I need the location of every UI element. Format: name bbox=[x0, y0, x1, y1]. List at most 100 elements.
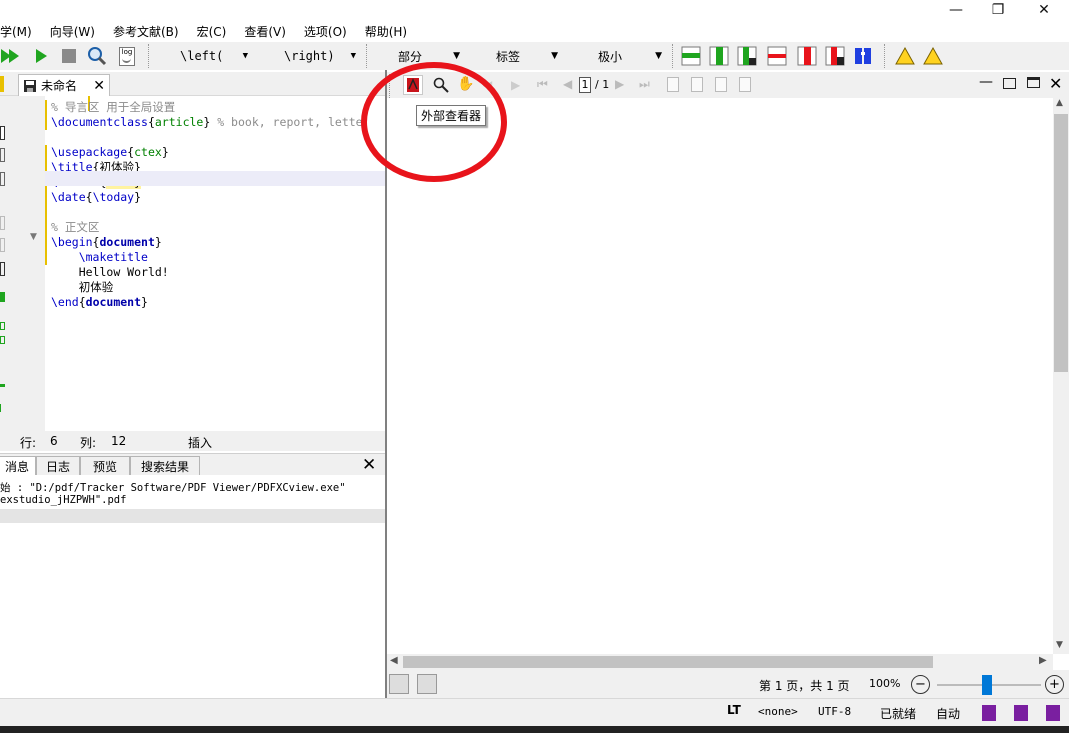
delete-row-button[interactable] bbox=[766, 45, 788, 67]
scroll-up-icon[interactable]: ▲ bbox=[1056, 98, 1063, 108]
scroll-down-icon[interactable]: ▼ bbox=[1056, 640, 1063, 650]
code-argument: document bbox=[99, 235, 155, 249]
fit-width-button[interactable] bbox=[691, 77, 703, 92]
code-line[interactable]: \date{\today} bbox=[51, 190, 141, 205]
encoding-selector[interactable]: UTF-8 bbox=[818, 705, 851, 718]
add-row-button[interactable] bbox=[680, 45, 702, 67]
fold-arrow-icon[interactable]: ▼ bbox=[30, 232, 37, 242]
auto-status[interactable]: 自动 bbox=[936, 705, 960, 722]
code-line[interactable]: % 导言区 用于全局设置 bbox=[51, 100, 175, 115]
restore-button[interactable]: ❐ bbox=[975, 0, 1021, 20]
warning-next-button[interactable] bbox=[894, 45, 916, 67]
scroll-left-icon[interactable]: ◀ bbox=[390, 655, 398, 666]
right-delimiter-combo[interactable]: \right) ▼ bbox=[258, 45, 362, 67]
side-icon[interactable] bbox=[0, 404, 5, 412]
status-icon[interactable] bbox=[1046, 705, 1060, 721]
code-editor[interactable]: % 导言区 用于全局设置 \documentclass{article} % bo… bbox=[45, 96, 386, 431]
menu-view[interactable]: 查看(V) bbox=[235, 23, 295, 40]
side-icon[interactable] bbox=[0, 216, 5, 230]
dock-panel-button[interactable] bbox=[1003, 78, 1016, 89]
fit-page-button[interactable] bbox=[667, 77, 679, 92]
tab-messages[interactable]: 消息 bbox=[0, 456, 36, 476]
code-line[interactable]: Hellow World! bbox=[51, 265, 169, 280]
menu-math[interactable]: 学(M) bbox=[0, 23, 41, 40]
lt-indicator[interactable]: LT bbox=[727, 703, 741, 717]
delete-column-button[interactable] bbox=[796, 45, 818, 67]
side-icon[interactable] bbox=[0, 262, 5, 276]
close-icon: ✕ bbox=[1038, 2, 1050, 18]
page-number-input[interactable]: 1 bbox=[579, 77, 591, 93]
code-argument: document bbox=[85, 295, 142, 309]
minimize-button[interactable]: — bbox=[933, 0, 979, 20]
side-icon[interactable] bbox=[0, 126, 5, 140]
message-selected-row[interactable] bbox=[0, 509, 386, 523]
forward-button[interactable]: ▶ bbox=[511, 78, 520, 92]
prev-page-button[interactable]: ◀ bbox=[563, 77, 572, 91]
close-panel-button[interactable]: ✕ bbox=[1049, 74, 1062, 93]
warning-prev-button[interactable] bbox=[922, 45, 944, 67]
minimize-panel-button[interactable]: — bbox=[979, 74, 993, 90]
view-log-button[interactable]: log bbox=[116, 45, 138, 67]
side-icon[interactable] bbox=[0, 384, 5, 387]
code-line[interactable]: 初体验 bbox=[51, 280, 114, 295]
menu-help[interactable]: 帮助(H) bbox=[356, 23, 416, 40]
side-icon[interactable] bbox=[0, 172, 5, 186]
horizontal-scrollbar[interactable]: ◀ ▶ bbox=[387, 654, 1053, 670]
pdf-page-area[interactable] bbox=[387, 98, 1069, 654]
code-line[interactable]: \usepackage{ctex} bbox=[51, 145, 169, 160]
insert-column-button[interactable] bbox=[736, 45, 758, 67]
code-line[interactable]: \documentclass{article} % book, report, … bbox=[51, 115, 363, 130]
zoom-value[interactable]: 100% bbox=[869, 677, 900, 690]
tab-search-results[interactable]: 搜索结果 bbox=[130, 456, 200, 476]
two-page-button[interactable] bbox=[739, 77, 751, 92]
magnifier-icon bbox=[88, 47, 107, 66]
side-icon[interactable] bbox=[0, 238, 5, 252]
vertical-scrollbar[interactable]: ▲ ▼ bbox=[1053, 98, 1069, 654]
scroll-right-icon[interactable]: ▶ bbox=[1039, 655, 1047, 666]
first-page-button[interactable]: ⏮ bbox=[537, 77, 548, 92]
maximize-panel-button[interactable] bbox=[1027, 77, 1040, 88]
side-icon[interactable] bbox=[0, 148, 5, 162]
code-line[interactable]: % 正文区 bbox=[51, 220, 99, 235]
zoom-slider-thumb[interactable] bbox=[982, 675, 993, 695]
tab-preview[interactable]: 预览 bbox=[80, 456, 130, 476]
tab-log[interactable]: 日志 bbox=[36, 456, 80, 476]
code-text: 初体验 bbox=[78, 280, 114, 294]
left-delimiter-combo[interactable]: \left(▼ bbox=[154, 45, 254, 67]
continuous-button[interactable] bbox=[715, 77, 727, 92]
code-line[interactable]: \end{document} bbox=[51, 295, 148, 310]
build-view-button[interactable] bbox=[0, 45, 22, 67]
side-icon[interactable] bbox=[0, 292, 5, 302]
side-icon[interactable] bbox=[0, 322, 5, 330]
align-columns-button[interactable] bbox=[852, 45, 874, 67]
editor-tab[interactable]: 未命名 ✕ bbox=[18, 74, 110, 96]
compile-button[interactable] bbox=[30, 45, 52, 67]
side-icon[interactable] bbox=[0, 336, 5, 344]
delete-column-cursor-button[interactable] bbox=[824, 45, 846, 67]
label-combo[interactable]: 标签 ▼ bbox=[470, 45, 564, 67]
status-icon[interactable] bbox=[982, 705, 996, 721]
person-button[interactable] bbox=[389, 674, 409, 694]
next-page-button[interactable]: ▶ bbox=[615, 77, 624, 91]
close-icon[interactable]: ✕ bbox=[93, 78, 105, 94]
language-selector[interactable]: <none> bbox=[758, 705, 798, 718]
zoom-out-button[interactable]: − bbox=[911, 675, 930, 694]
close-icon[interactable]: ✕ bbox=[362, 455, 376, 475]
menu-macros[interactable]: 宏(C) bbox=[188, 23, 236, 40]
add-column-button[interactable] bbox=[708, 45, 730, 67]
view-button[interactable] bbox=[86, 45, 108, 67]
code-line[interactable]: \maketitle bbox=[51, 250, 148, 265]
close-window-button[interactable]: ✕ bbox=[1021, 0, 1067, 20]
code-line[interactable]: \begin{document} bbox=[51, 235, 162, 250]
scroll-thumb[interactable] bbox=[1054, 114, 1068, 372]
stop-button[interactable] bbox=[58, 45, 80, 67]
status-icon[interactable] bbox=[1014, 705, 1028, 721]
menu-wizard[interactable]: 向导(W) bbox=[41, 23, 104, 40]
size-combo[interactable]: 极小 ▼ bbox=[572, 45, 668, 67]
scroll-thumb[interactable] bbox=[403, 656, 933, 668]
person-button[interactable] bbox=[417, 674, 437, 694]
menu-bibliography[interactable]: 参考文献(B) bbox=[104, 23, 188, 40]
menu-options[interactable]: 选项(O) bbox=[295, 23, 356, 40]
last-page-button[interactable]: ⏭ bbox=[639, 77, 650, 92]
zoom-in-button[interactable]: + bbox=[1045, 675, 1064, 694]
